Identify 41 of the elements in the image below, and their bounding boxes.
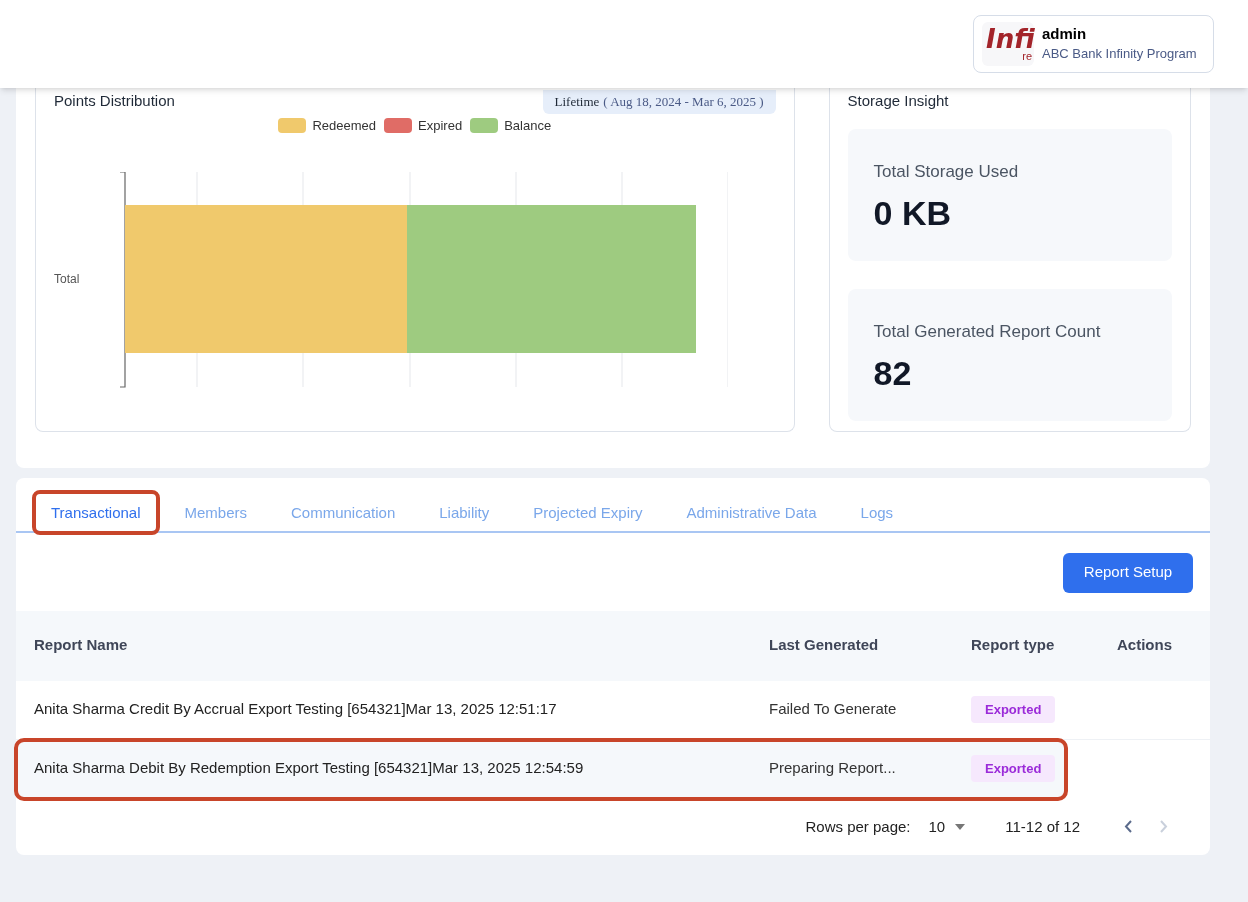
table-cell-text: Anita Sharma Credit By Accrual Export Testing [654321]Mar 13, 2025 12:51:17 bbox=[33, 699, 558, 720]
column-header: Report type bbox=[971, 635, 1056, 656]
period-range: ( Aug 18, 2024 - Mar 6, 2025 ) bbox=[603, 93, 764, 111]
legend-label: Balance bbox=[504, 116, 552, 135]
tab[interactable]: Transactional bbox=[34, 492, 158, 533]
stat-value: 0 KB bbox=[873, 196, 953, 231]
chevron-left-icon bbox=[1124, 820, 1132, 834]
chart-title: Points Distribution bbox=[54, 91, 175, 111]
tab[interactable]: Projected Expiry bbox=[516, 492, 660, 533]
tab[interactable]: Members bbox=[167, 492, 264, 533]
report-setup-button[interactable]: Report Setup bbox=[1063, 552, 1193, 593]
report-type-tag: Exported bbox=[971, 695, 1056, 724]
page-range: 11-12 of 12 bbox=[1005, 816, 1080, 837]
stat-value: 82 bbox=[873, 356, 913, 391]
chevron-right-icon bbox=[1160, 820, 1168, 834]
table-cell-text: Preparing Report... bbox=[769, 758, 897, 779]
column-header: Actions bbox=[1117, 635, 1173, 656]
legend-label: Redeemed bbox=[312, 116, 377, 135]
legend-label: Expired bbox=[418, 116, 463, 135]
tab[interactable]: Administrative Data bbox=[669, 492, 834, 533]
caret-icon bbox=[955, 823, 966, 830]
user-name: admin bbox=[1042, 24, 1088, 44]
program-name: ABC Bank Infinity Program bbox=[1042, 45, 1197, 63]
table-cell-text: Anita Sharma Debit By Redemption Export Testing [654321]Mar 13, 2025 12:54:59 bbox=[33, 758, 585, 779]
table-cell-text: Failed To Generate bbox=[769, 699, 898, 720]
tab[interactable]: Communication bbox=[274, 492, 413, 533]
axis-label: Total bbox=[54, 271, 80, 288]
column-header: Report Name bbox=[33, 635, 129, 656]
report-type-tag: Exported bbox=[971, 754, 1056, 783]
panel-title: Storage Insight bbox=[847, 91, 950, 111]
column-header: Last Generated bbox=[769, 635, 880, 656]
stat-label: Total Storage Used bbox=[873, 160, 1020, 183]
rows-per-page-select[interactable]: 10 bbox=[928, 815, 966, 839]
table-row[interactable]: Anita Sharma Debit By Redemption Export Testing [654321]Mar 13, 2025 12:54:59 Preparing Report... Exported bbox=[16, 739, 1066, 799]
previous-page-button[interactable] bbox=[1124, 820, 1132, 834]
tab[interactable]: Liability bbox=[422, 492, 507, 533]
period-label: Lifetime bbox=[554, 93, 600, 111]
rows-per-page-label: Rows per page: bbox=[805, 816, 911, 837]
tab[interactable]: Logs bbox=[843, 492, 911, 533]
stat-label: Total Generated Report Count bbox=[873, 320, 1102, 343]
app-logo: Infi re bbox=[982, 22, 1034, 66]
